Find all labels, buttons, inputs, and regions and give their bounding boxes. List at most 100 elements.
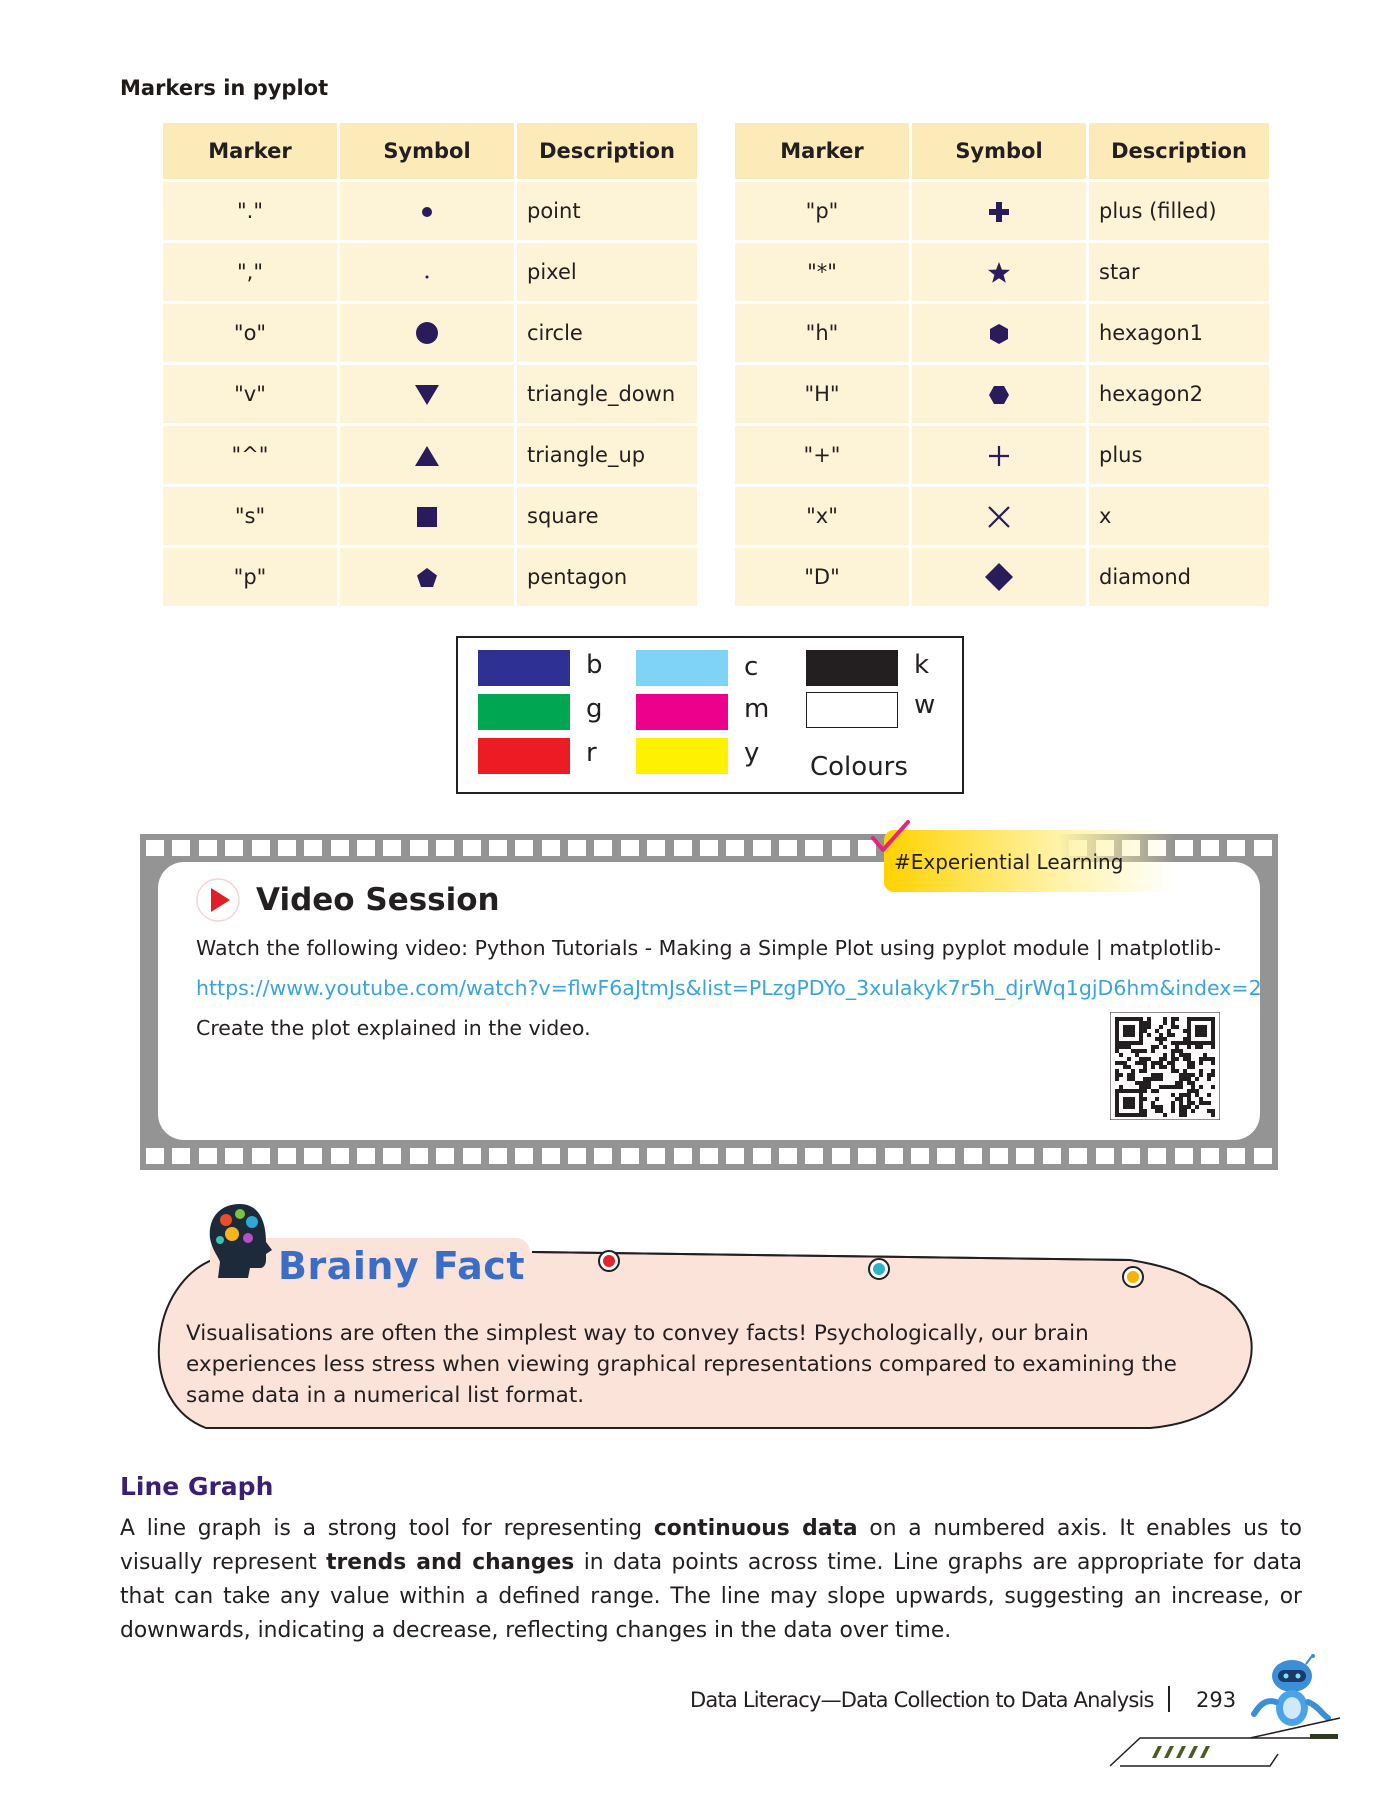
swatch-yellow <box>636 738 728 774</box>
film-hole <box>330 840 349 856</box>
film-hole <box>383 840 402 856</box>
header-symbol: Symbol <box>340 123 514 179</box>
film-hole <box>409 1148 428 1164</box>
film-hole <box>330 1148 349 1164</box>
hexagon1-icon <box>990 324 1008 344</box>
line-graph-title: Line Graph <box>120 1472 274 1501</box>
film-hole <box>383 1148 402 1164</box>
film-hole <box>462 840 481 856</box>
colour-code: k <box>914 650 930 680</box>
film-hole <box>726 840 745 856</box>
marker-code: "x" <box>735 487 909 545</box>
film-hole <box>1253 840 1272 856</box>
colour-code: b <box>586 650 603 680</box>
marker-code: "h" <box>735 304 909 362</box>
film-holes-bottom <box>146 1148 1272 1164</box>
film-hole <box>357 840 375 856</box>
header-description: Description <box>1089 123 1269 179</box>
swatch-white <box>806 692 898 728</box>
header-marker: Marker <box>735 123 909 179</box>
marker-code: "v" <box>163 365 337 423</box>
swatch-magenta <box>636 694 728 730</box>
footer-book-title: Data Literacy—Data Collection to Data An… <box>690 1688 1154 1712</box>
marker-code: "+" <box>735 426 909 484</box>
marker-description: star <box>1089 243 1269 301</box>
colour-code: w <box>914 690 936 720</box>
page-number: 293 <box>1196 1688 1237 1712</box>
hexagon2-icon <box>989 386 1009 404</box>
line-graph-paragraph: A line graph is a strong tool for repres… <box>120 1516 1302 1643</box>
table-row: "o" circle <box>163 304 697 362</box>
video-task: Create the plot explained in the video. <box>196 1016 591 1040</box>
bold-continuous-data: continuous data <box>653 1516 858 1541</box>
film-hole <box>357 1148 375 1164</box>
film-hole <box>488 840 507 856</box>
table-row: "+" plus <box>735 426 1269 484</box>
film-hole <box>172 840 191 856</box>
right-marker-table: Marker Symbol Description "p" plus (fill… <box>732 120 1272 609</box>
film-hole <box>779 840 797 856</box>
film-hole <box>779 1148 797 1164</box>
x-icon <box>988 505 1010 528</box>
triangle-up-icon <box>415 445 439 466</box>
film-hole <box>594 840 613 856</box>
film-hole <box>831 840 850 856</box>
film-hole <box>1227 1148 1246 1164</box>
marker-description: x <box>1089 487 1269 545</box>
section-title: Markers in pyplot <box>120 76 329 100</box>
film-hole <box>1227 840 1246 856</box>
timeline-dot-teal <box>868 1258 890 1280</box>
film-hole <box>699 1148 718 1164</box>
circle-icon <box>416 322 438 344</box>
left-marker-table: Marker Symbol Description "." point "," … <box>160 120 700 609</box>
triangle-down-icon <box>415 384 439 405</box>
marker-code: "o" <box>163 304 337 362</box>
marker-code: "," <box>163 243 337 301</box>
film-hole <box>673 840 692 856</box>
film-hole <box>462 1148 481 1164</box>
table-row: "v" triangle_down <box>163 365 697 423</box>
plus-icon <box>989 445 1009 466</box>
film-hole <box>1095 1148 1114 1164</box>
marker-code: "^" <box>163 426 337 484</box>
marker-code: "*" <box>735 243 909 301</box>
film-hole <box>1201 840 1219 856</box>
marker-code: "s" <box>163 487 337 545</box>
film-hole <box>436 1148 455 1164</box>
marker-description: pentagon <box>517 548 697 606</box>
marker-description: triangle_up <box>517 426 697 484</box>
film-hole <box>1148 1148 1167 1164</box>
film-hole <box>620 840 639 856</box>
table-row: "h" hexagon1 <box>735 304 1269 362</box>
bold-trends-changes: trends and changes <box>326 1550 575 1575</box>
film-hole <box>910 1148 929 1164</box>
film-hole <box>620 1148 639 1164</box>
film-hole <box>963 1148 982 1164</box>
swatch-red <box>478 738 570 774</box>
film-hole <box>541 1148 560 1164</box>
play-icon[interactable] <box>196 878 240 922</box>
marker-description: diamond <box>1089 548 1269 606</box>
video-session-title: Video Session <box>256 882 500 918</box>
film-hole <box>937 1148 956 1164</box>
film-hole <box>568 1148 586 1164</box>
film-hole <box>251 1148 270 1164</box>
header-description: Description <box>517 123 697 179</box>
table-row: "D" diamond <box>735 548 1269 606</box>
film-hole <box>752 1148 771 1164</box>
square-icon <box>417 507 437 527</box>
film-hole <box>198 1148 217 1164</box>
table-row: "x" x <box>735 487 1269 545</box>
film-hole <box>1253 1148 1272 1164</box>
film-hole <box>172 1148 191 1164</box>
video-link[interactable]: https://www.youtube.com/watch?v=flwF6aJt… <box>196 976 1262 1000</box>
swatch-cyan <box>636 650 728 686</box>
qr-code[interactable] <box>1110 1012 1220 1120</box>
film-hole <box>488 1148 507 1164</box>
film-hole <box>1042 1148 1061 1164</box>
timeline-dot-yellow <box>1122 1266 1144 1288</box>
swatch-blue <box>478 650 570 686</box>
film-hole <box>304 840 323 856</box>
film-hole <box>225 840 244 856</box>
film-hole <box>858 1148 877 1164</box>
